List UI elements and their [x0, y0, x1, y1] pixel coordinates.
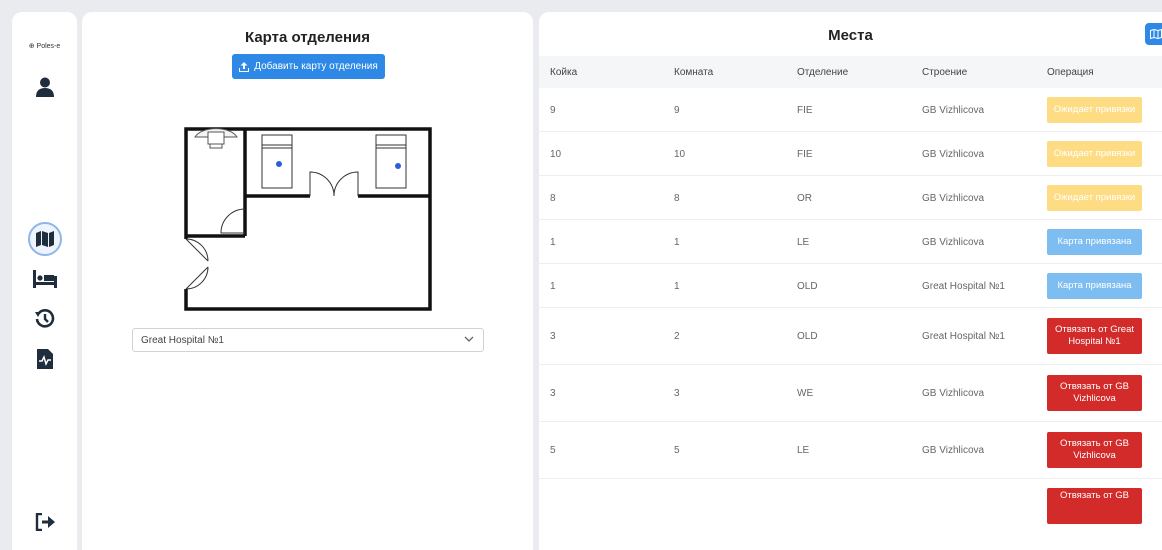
column-header-room[interactable]: Комната: [674, 67, 713, 78]
cell-room: 3: [674, 388, 680, 399]
add-department-map-button[interactable]: Добавить карту отделения: [232, 54, 385, 79]
cell-bed: 3: [550, 331, 556, 342]
map-icon: [1150, 29, 1162, 39]
cell-department: LE: [797, 237, 810, 248]
map-icon[interactable]: [28, 222, 62, 256]
upload-icon: [239, 61, 250, 72]
awaiting-binding-button[interactable]: Ожидает привязки: [1047, 141, 1142, 167]
table-row: 1 1 LE GB Vizhlicova Карта привязана: [539, 220, 1162, 264]
cell-bed: 1: [550, 237, 556, 248]
cell-department: OLD: [797, 331, 818, 342]
cell-bed: 10: [550, 149, 562, 160]
cell-room: 1: [674, 237, 680, 248]
logo-mark-icon: ⊕: [28, 43, 37, 50]
cell-bed: 9: [550, 105, 556, 116]
table-row: 5 5 LE GB Vizhlicova Отвязать от GB Vizh…: [539, 422, 1162, 479]
table-row: 9 9 FIE GB Vizhlicova Ожидает привязки: [539, 88, 1162, 132]
places-panel: Места Койка Комната Отделение Строение О…: [539, 12, 1162, 550]
add-department-map-label: Добавить карту отделения: [254, 61, 378, 72]
user-icon[interactable]: [32, 74, 58, 100]
cell-room: 1: [674, 281, 680, 292]
column-header-operation: Операция: [1047, 67, 1094, 78]
cell-department: WE: [797, 388, 814, 399]
cell-department: OR: [797, 193, 812, 204]
cell-department: FIE: [797, 149, 813, 160]
cell-bed: 3: [550, 388, 556, 399]
building-select-value: Great Hospital №1: [141, 334, 224, 346]
column-header-department[interactable]: Отделение: [797, 67, 848, 78]
cell-building: GB Vizhlicova: [922, 193, 985, 204]
map-view-button[interactable]: [1145, 23, 1162, 45]
bed-marker[interactable]: [261, 134, 293, 189]
table-row: 8 8 OR GB Vizhlicova Ожидает привязки: [539, 176, 1162, 220]
cell-room: 5: [674, 445, 680, 456]
places-panel-title: Места: [828, 27, 873, 44]
building-select[interactable]: Great Hospital №1: [132, 328, 484, 352]
bed-marker[interactable]: [375, 134, 407, 189]
cell-building: GB Vizhlicova: [922, 388, 985, 399]
table-row: 1 1 OLD Great Hospital №1 Карта привязан…: [539, 264, 1162, 308]
cell-building: Great Hospital №1: [922, 331, 1005, 342]
map-bound-button[interactable]: Карта привязана: [1047, 273, 1142, 299]
department-map-panel: Карта отделения Добавить карту отделения: [82, 12, 533, 550]
map-panel-title: Карта отделения: [244, 29, 370, 46]
awaiting-binding-button[interactable]: Ожидает привязки: [1047, 97, 1142, 123]
logout-icon[interactable]: [32, 509, 58, 535]
cell-bed: 8: [550, 193, 556, 204]
column-header-bed[interactable]: Койка: [550, 67, 577, 78]
table-row: 3 2 OLD Great Hospital №1 Отвязать от Gr…: [539, 308, 1162, 365]
bed-icon[interactable]: [32, 266, 58, 292]
cell-bed: 5: [550, 445, 556, 456]
history-icon[interactable]: [32, 306, 58, 332]
cell-department: LE: [797, 445, 810, 456]
map-bound-button[interactable]: Карта привязана: [1047, 229, 1142, 255]
cell-building: GB Vizhlicova: [922, 445, 985, 456]
cell-room: 8: [674, 193, 680, 204]
table-row: Отвязать от GB: [539, 479, 1162, 550]
cell-building: GB Vizhlicova: [922, 105, 985, 116]
cell-room: 9: [674, 105, 680, 116]
table-row: 3 3 WE GB Vizhlicova Отвязать от GB Vizh…: [539, 365, 1162, 422]
unbind-button[interactable]: Отвязать от GB Vizhlicova: [1047, 432, 1142, 468]
column-header-building[interactable]: Строение: [922, 67, 967, 78]
sidebar: ⊕ Poles-e: [12, 12, 77, 550]
chevron-down-icon: [464, 336, 474, 342]
table-row: 10 10 FIE GB Vizhlicova Ожидает привязки: [539, 132, 1162, 176]
cell-room: 10: [674, 149, 686, 160]
unbind-button[interactable]: Отвязать от GB Vizhlicova: [1047, 375, 1142, 411]
app-logo: ⊕ Poles-e: [12, 42, 77, 50]
unbind-button[interactable]: Отвязать от Great Hospital №1: [1047, 318, 1142, 354]
floor-plan[interactable]: [182, 125, 432, 315]
cell-building: Great Hospital №1: [922, 281, 1005, 292]
cell-bed: 1: [550, 281, 556, 292]
cell-building: GB Vizhlicova: [922, 149, 985, 160]
unbind-button[interactable]: Отвязать от GB: [1047, 488, 1142, 524]
cell-department: OLD: [797, 281, 818, 292]
cell-room: 2: [674, 331, 680, 342]
medical-file-icon[interactable]: [32, 346, 58, 372]
awaiting-binding-button[interactable]: Ожидает привязки: [1047, 185, 1142, 211]
cell-building: GB Vizhlicova: [922, 237, 985, 248]
places-table-header: Койка Комната Отделение Строение Операци…: [539, 56, 1162, 88]
cell-department: FIE: [797, 105, 813, 116]
logo-text: Poles-e: [36, 43, 61, 50]
